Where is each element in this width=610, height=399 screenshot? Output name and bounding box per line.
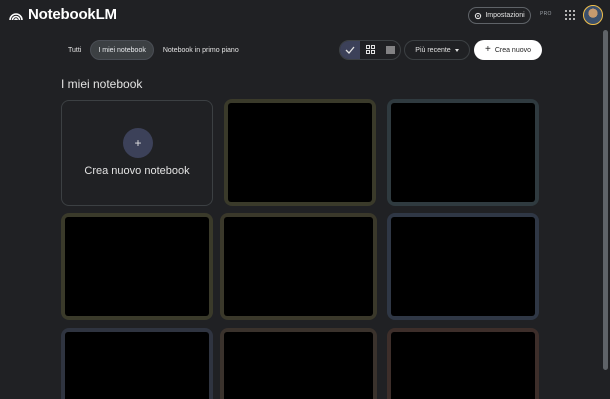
create-new-button[interactable]: + Crea nuovo <box>474 40 542 60</box>
notebook-card[interactable] <box>387 328 539 399</box>
create-new-notebook-card[interactable]: + Crea nuovo notebook <box>61 100 213 206</box>
notebook-thumbnail <box>228 103 372 202</box>
notebook-card[interactable] <box>387 99 539 206</box>
create-new-notebook-label: Crea nuovo notebook <box>84 165 190 177</box>
pro-badge: PRO <box>540 11 552 17</box>
app-logo[interactable]: NotebookLM <box>9 6 117 23</box>
section-title: I miei notebook <box>61 77 143 91</box>
notebook-filter-tabs: Tutti I miei notebook Notebook in primo … <box>61 40 248 60</box>
list-view-icon <box>385 41 395 59</box>
caret-down-icon <box>454 48 459 52</box>
page-scrollbar[interactable] <box>603 30 608 370</box>
apps-grid-icon[interactable] <box>565 10 575 20</box>
checkmark-icon <box>345 41 355 59</box>
notebook-thumbnail <box>224 332 373 399</box>
list-view-button[interactable] <box>380 41 400 59</box>
notebook-card[interactable] <box>220 328 377 399</box>
tab-all[interactable]: Tutti <box>61 40 88 60</box>
grid-view-button[interactable] <box>360 41 380 59</box>
plus-icon: + <box>123 128 153 158</box>
notebook-thumbnail <box>391 217 535 316</box>
gear-icon <box>474 12 482 20</box>
notebook-thumbnail <box>391 103 535 202</box>
grid-view-icon <box>365 41 375 59</box>
sort-label: Più recente <box>415 46 451 54</box>
notebook-thumbnail <box>65 217 209 316</box>
notebook-card[interactable] <box>220 213 377 320</box>
view-mode-toggle <box>339 40 401 60</box>
settings-label: Impostazioni <box>485 12 525 19</box>
notebook-thumbnail <box>224 217 373 316</box>
notebook-card[interactable] <box>224 99 376 206</box>
view-mode-selected[interactable] <box>340 41 360 59</box>
settings-button[interactable]: Impostazioni <box>468 7 531 24</box>
notebooklm-logo-icon <box>9 8 23 22</box>
notebook-card[interactable] <box>61 213 213 320</box>
user-avatar[interactable] <box>583 5 603 25</box>
notebook-card[interactable] <box>387 213 539 320</box>
notebook-thumbnail <box>65 332 209 399</box>
create-label: Crea nuovo <box>494 46 532 54</box>
top-header: NotebookLM Impostazioni PRO <box>0 0 610 32</box>
plus-icon: + <box>484 44 491 55</box>
sort-dropdown[interactable]: Più recente <box>404 40 470 60</box>
tab-featured-notebooks[interactable]: Notebook in primo piano <box>156 40 246 60</box>
tab-my-notebooks[interactable]: I miei notebook <box>90 40 154 60</box>
app-title: NotebookLM <box>28 6 117 23</box>
notebook-card[interactable] <box>61 328 213 399</box>
notebook-thumbnail <box>391 332 535 399</box>
